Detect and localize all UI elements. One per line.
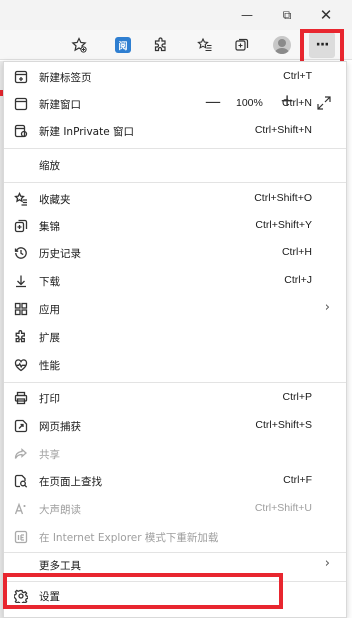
menu-item-label: 在 Internet Explorer 模式下重新加载 [39,532,219,544]
menu-item-shortcut: Ctrl+Shift+N [254,124,312,136]
restore-button[interactable]: ⧉ [277,6,297,24]
extensions-icon [13,329,29,345]
menu-item-new-window[interactable]: 新建窗口 Ctrl+N [4,91,346,117]
menu-item-label: 集锦 [39,221,60,233]
menu-item-favorites[interactable]: 收藏夹 Ctrl+Shift+O [4,186,346,212]
menu-item-shortcut: Ctrl+T [283,70,312,82]
new-tab-icon [13,69,29,85]
menu-item-shortcut: Ctrl+H [281,246,312,258]
menu-item-shortcut: Ctrl+P [282,391,312,403]
menu-item-shortcut: Ctrl+Shift+S [255,419,312,431]
menu-item-label: 历史记录 [39,248,81,260]
menu-item-web-capture[interactable]: 网页捕获 Ctrl+Shift+S [4,413,346,439]
web-capture-icon [13,418,29,434]
collections-icon[interactable] [231,34,253,56]
menu-item-shortcut: Ctrl+Shift+Y [255,219,312,231]
settings-menu: 新建标签页 Ctrl+T 新建窗口 Ctrl+N 新建 InPrivate 窗口… [3,61,347,618]
menu-item-apps[interactable]: 应用 › [4,296,346,322]
share-icon [13,446,29,462]
performance-heart-icon [13,357,29,373]
extensions-icon[interactable] [150,34,172,56]
menu-item-label: 下载 [39,276,60,288]
menu-item-label: 打印 [39,393,60,405]
menu-item-performance[interactable]: 性能 [4,352,346,378]
history-icon [13,245,29,261]
title-bar: — ⧉ ✕ [0,0,352,30]
zoom-out-button[interactable]: — [205,92,221,111]
menu-item-label: 新建窗口 [39,99,81,111]
menu-item-label: 收藏夹 [39,194,71,206]
highlight-box-settings [3,573,283,609]
highlight-box-more [300,29,344,65]
menu-item-downloads[interactable]: 下载 Ctrl+J [4,268,346,294]
menu-item-read-aloud[interactable]: 大声朗读 Ctrl+Shift+U [4,496,346,522]
menu-item-label: 大声朗读 [39,504,81,516]
menu-item-shortcut: Ctrl+F [283,474,312,486]
menu-item-new-tab[interactable]: 新建标签页 Ctrl+T [4,64,346,90]
download-icon [13,273,29,289]
menu-item-label: 更多工具 [39,560,81,572]
menu-item-share[interactable]: 共享 [4,441,346,467]
menu-item-shortcut: Ctrl+J [284,274,312,286]
menu-item-label: 网页捕获 [39,421,81,433]
menu-item-label: 应用 [39,304,60,316]
profile-avatar[interactable] [271,34,293,56]
menu-item-reload-ie-mode[interactable]: 在 Internet Explorer 模式下重新加载 [4,524,346,550]
read-aloud-icon [13,501,29,517]
close-button[interactable]: ✕ [316,6,336,24]
chevron-right-icon: › [324,300,330,315]
apps-icon [13,301,29,317]
menu-item-label: 扩展 [39,332,60,344]
menu-item-shortcut: Ctrl+Shift+U [254,502,312,514]
reader-extension-label: 阅 [115,37,131,53]
menu-item-label: 性能 [39,360,60,372]
menu-item-extensions[interactable]: 扩展 [4,324,346,350]
menu-item-new-inprivate-window[interactable]: 新建 InPrivate 窗口 Ctrl+Shift+N [4,118,346,144]
favorites-icon[interactable] [194,34,216,56]
menu-item-label: 缩放 [39,160,60,172]
menu-item-shortcut: Ctrl+Shift+O [254,192,312,204]
menu-item-zoom: 缩放 [4,152,346,178]
menu-item-label: 新建 InPrivate 窗口 [39,126,135,138]
inprivate-icon [13,123,29,139]
menu-separator [4,382,346,383]
zoom-in-button[interactable]: + [280,91,294,111]
chevron-right-icon: › [324,556,330,571]
menu-item-print[interactable]: 打印 Ctrl+P [4,385,346,411]
menu-separator [4,148,346,149]
add-favorite-icon[interactable] [68,34,90,56]
menu-item-find-on-page[interactable]: 在页面上查找 Ctrl+F [4,468,346,494]
minimize-button[interactable]: — [237,6,257,24]
menu-item-label: 新建标签页 [39,72,92,84]
collections-icon [13,218,29,234]
menu-item-collections[interactable]: 集锦 Ctrl+Shift+Y [4,213,346,239]
menu-separator [4,182,346,183]
print-icon [13,390,29,406]
zoom-level: 100% [236,97,263,109]
reader-extension-icon[interactable]: 阅 [112,34,134,56]
menu-item-history[interactable]: 历史记录 Ctrl+H [4,240,346,266]
new-window-icon [13,96,29,112]
find-on-page-icon [13,473,29,489]
avatar-icon [273,36,291,54]
fullscreen-icon[interactable] [316,95,332,111]
menu-item-label: 共享 [39,449,60,461]
favorites-icon [13,191,29,207]
menu-item-label: 在页面上查找 [39,476,102,488]
ie-mode-icon [13,529,29,545]
